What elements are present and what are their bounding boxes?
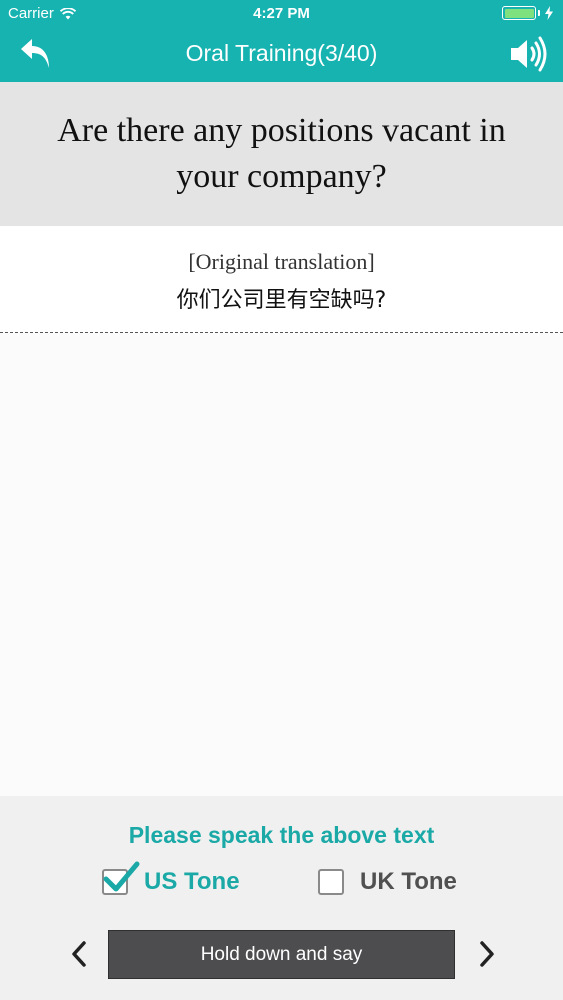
chevron-left-icon <box>72 941 86 967</box>
translation-label: [Original translation] <box>188 249 375 274</box>
chevron-right-icon <box>480 941 494 967</box>
question-text: Are there any positions vacant in your c… <box>57 112 506 195</box>
speaker-icon <box>511 36 547 72</box>
status-bar: Carrier 4:27 PM <box>0 0 563 28</box>
speak-prompt: Please speak the above text <box>128 822 435 848</box>
status-time: 4:27 PM <box>253 5 310 22</box>
next-button[interactable] <box>472 936 502 972</box>
translation-panel: [Original translation] 你们公司里有空缺吗? <box>0 226 563 333</box>
controls-panel: Please speak the above text US Tone UK T… <box>0 796 563 1000</box>
uk-tone-checkbox[interactable] <box>318 869 344 895</box>
uk-tone-label: UK Tone <box>360 868 457 895</box>
battery-indicator <box>502 6 553 20</box>
uk-tone-option[interactable]: UK Tone <box>318 868 457 896</box>
speech-result-area <box>0 333 563 796</box>
us-tone-checkbox[interactable] <box>102 861 140 895</box>
us-tone-label: US Tone <box>144 868 240 895</box>
question-panel: Are there any positions vacant in your c… <box>0 82 563 226</box>
page-title: Oral Training(3/40) <box>185 40 378 66</box>
checkmark-icon <box>103 861 140 892</box>
translation-text: 你们公司里有空缺吗? <box>176 288 387 313</box>
battery-icon <box>502 6 536 20</box>
speaker-button[interactable] <box>507 34 551 74</box>
battery-fill <box>504 8 534 18</box>
previous-button[interactable] <box>64 936 94 972</box>
us-tone-option[interactable]: US Tone <box>102 861 240 896</box>
battery-tip <box>538 10 540 16</box>
charging-bolt-icon <box>545 6 553 20</box>
hold-to-speak-button[interactable]: Hold down and say <box>108 930 455 979</box>
navigation-bar: Oral Training(3/40) <box>0 28 563 82</box>
